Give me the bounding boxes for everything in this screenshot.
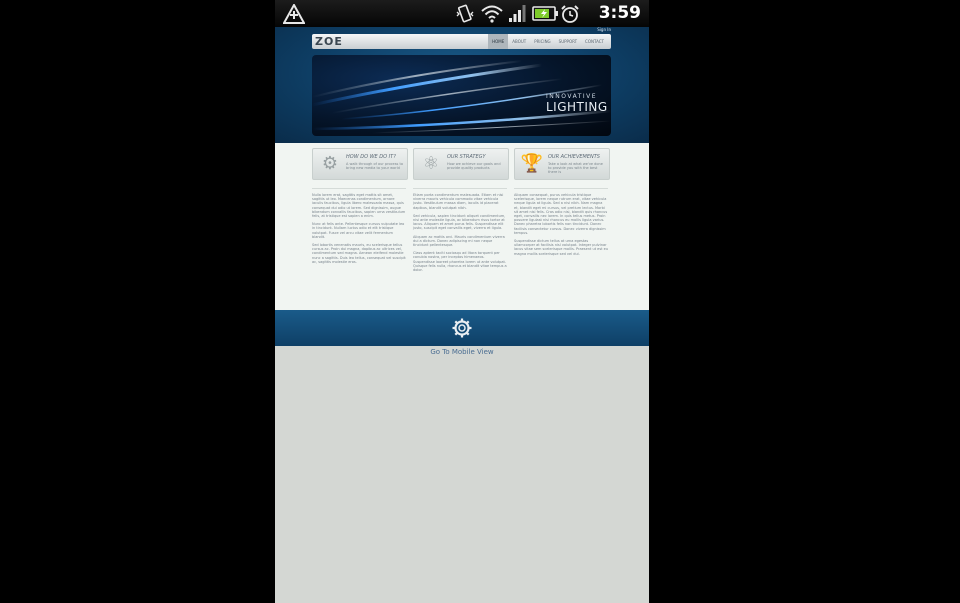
nav-item-home[interactable]: HOME bbox=[488, 34, 509, 49]
banner-title: LIGHTING bbox=[546, 100, 608, 114]
nav-item-support[interactable]: SUPPORT bbox=[555, 34, 581, 49]
signal-icon bbox=[508, 4, 526, 28]
vibrate-icon bbox=[456, 4, 474, 29]
paragraph: Nunc at felis ante. Pellentesque cursus … bbox=[312, 222, 405, 239]
feature-title: OUR STRATEGY bbox=[447, 154, 486, 160]
text-column-1: Nulla lorem erat, sagittis eget mattis s… bbox=[312, 193, 406, 268]
feature-box-achievements[interactable]: 🏆 OUR ACHIEVEMENTS Take a look at what w… bbox=[514, 148, 610, 180]
divider bbox=[514, 188, 608, 189]
divider bbox=[413, 188, 507, 189]
site-header: Sign In ZOE HOME ABOUT PRICING SUPPORT C… bbox=[275, 27, 649, 143]
alarm-icon bbox=[560, 4, 580, 29]
wifi-icon bbox=[481, 4, 503, 28]
nav-item-contact[interactable]: CONTACT bbox=[581, 34, 608, 49]
hero-banner: INNOVATIVE LIGHTING bbox=[312, 55, 611, 136]
browser-viewport[interactable]: Sign In ZOE HOME ABOUT PRICING SUPPORT C… bbox=[275, 27, 649, 603]
divider bbox=[312, 188, 406, 189]
paragraph: Aliquam ac mattis orci. Mauris condiment… bbox=[413, 234, 505, 248]
feature-text: Take a look at what we've done to provid… bbox=[548, 162, 603, 175]
mobile-view-link[interactable]: Go To Mobile View bbox=[275, 348, 649, 356]
content-area: ⚙ HOW DO WE DO IT? A walk through of our… bbox=[275, 143, 649, 310]
feature-title: HOW DO WE DO IT? bbox=[346, 154, 396, 160]
nav-item-about[interactable]: ABOUT bbox=[508, 34, 530, 49]
paragraph: Sed lobortis venenatis mauris, eu sceler… bbox=[312, 243, 406, 264]
paragraph: Aliquam consequat, purus vehicula tristi… bbox=[514, 193, 608, 235]
sign-in-link[interactable]: Sign In bbox=[597, 27, 611, 32]
banner-tagline: INNOVATIVE bbox=[546, 93, 598, 100]
app-notification-icon bbox=[282, 2, 306, 29]
phone-screen: 3:59 Sign In ZOE HOME ABOUT PRICING SUPP… bbox=[275, 0, 649, 603]
text-column-3: Aliquam consequat, purus vehicula tristi… bbox=[514, 193, 608, 260]
paragraph: Suspendisse dictum tellus at urna egesta… bbox=[514, 239, 609, 256]
feature-title: OUR ACHIEVEMENTS bbox=[548, 154, 600, 160]
text-column-2: Etiam porta condimentum malesuada. Etiam… bbox=[413, 193, 507, 276]
paragraph: Class aptent taciti sociosqu ad litora t… bbox=[413, 251, 507, 273]
nav-bar: ZOE HOME ABOUT PRICING SUPPORT CONTACT bbox=[312, 34, 611, 49]
trophy-icon: 🏆 bbox=[520, 153, 544, 174]
paragraph: Etiam porta condimentum malesuada. Etiam… bbox=[413, 193, 504, 210]
gear-icon[interactable] bbox=[452, 318, 472, 343]
site-logo[interactable]: ZOE bbox=[315, 35, 343, 48]
feature-text: A walk through of our process to bring n… bbox=[346, 162, 403, 171]
battery-icon bbox=[532, 4, 559, 28]
feature-text: How we achieve our goals and provide qua… bbox=[447, 162, 501, 171]
paragraph: Nulla lorem erat, sagittis eget mattis s… bbox=[312, 193, 406, 219]
nav-menu: HOME ABOUT PRICING SUPPORT CONTACT bbox=[488, 34, 608, 49]
gear-icon: ⚙ bbox=[321, 153, 339, 174]
feature-box-strategy[interactable]: ⚛ OUR STRATEGY How we achieve our goals … bbox=[413, 148, 509, 180]
feature-box-process[interactable]: ⚙ HOW DO WE DO IT? A walk through of our… bbox=[312, 148, 408, 180]
paragraph: Sed vehicula, sapien tincidunt aliquet c… bbox=[413, 213, 506, 231]
nav-item-pricing[interactable]: PRICING bbox=[530, 34, 554, 49]
footer-band bbox=[275, 310, 649, 346]
status-bar: 3:59 bbox=[275, 0, 649, 27]
atom-icon: ⚛ bbox=[422, 153, 440, 174]
clock: 3:59 bbox=[598, 3, 641, 23]
